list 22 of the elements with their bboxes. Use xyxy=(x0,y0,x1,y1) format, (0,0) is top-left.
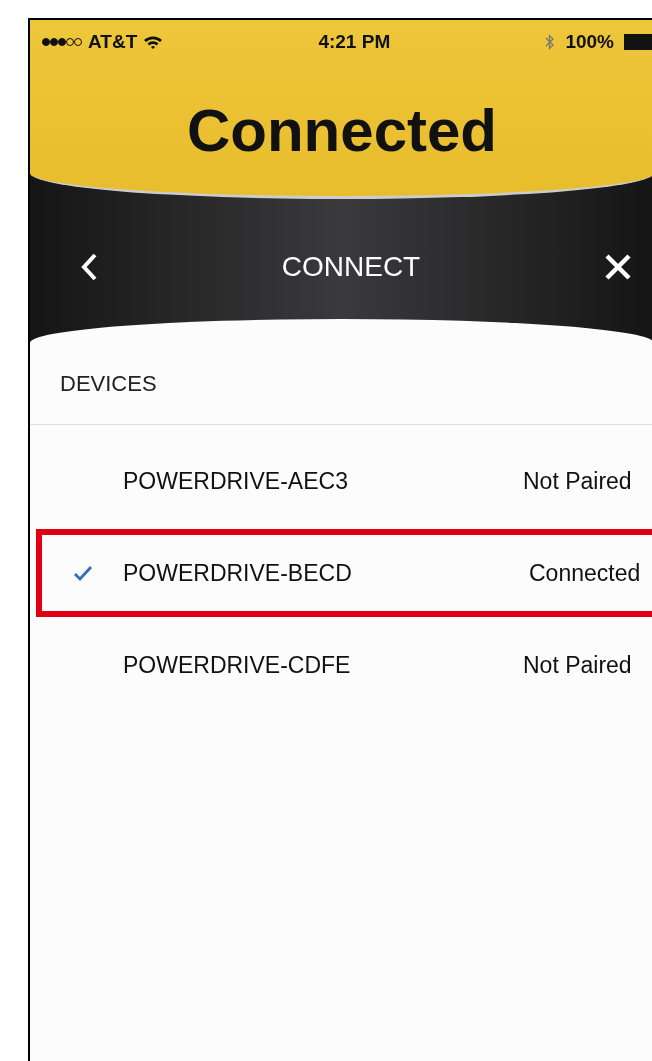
close-icon[interactable] xyxy=(604,253,632,281)
screen-title: Connected xyxy=(186,96,498,166)
wifi-icon xyxy=(143,34,164,50)
checkmark-icon xyxy=(72,565,93,581)
devices-heading: DEVICES xyxy=(30,371,652,425)
device-row[interactable]: POWERDRIVE-CDFE Not Paired xyxy=(36,621,652,709)
device-status: Connected xyxy=(529,559,642,587)
status-time: 4:21 PM xyxy=(318,31,391,53)
device-row[interactable]: POWERDRIVE-AEC3 Not Paired xyxy=(36,437,652,525)
device-row[interactable]: POWERDRIVE-BECD Connected xyxy=(36,529,652,617)
nav-title: CONNECT xyxy=(281,251,421,283)
bluetooth-icon xyxy=(545,33,556,51)
carrier-name: AT&T xyxy=(88,31,138,53)
battery-percent: 100% xyxy=(565,31,614,53)
device-name: POWERDRIVE-CDFE xyxy=(123,651,352,679)
back-icon[interactable] xyxy=(80,252,98,282)
device-status: Not Paired xyxy=(523,651,633,679)
device-status: Not Paired xyxy=(523,467,633,495)
battery-icon xyxy=(624,34,652,50)
signal-icon xyxy=(42,37,82,47)
device-name: POWERDRIVE-AEC3 xyxy=(123,467,349,495)
device-name: POWERDRIVE-BECD xyxy=(123,559,353,587)
